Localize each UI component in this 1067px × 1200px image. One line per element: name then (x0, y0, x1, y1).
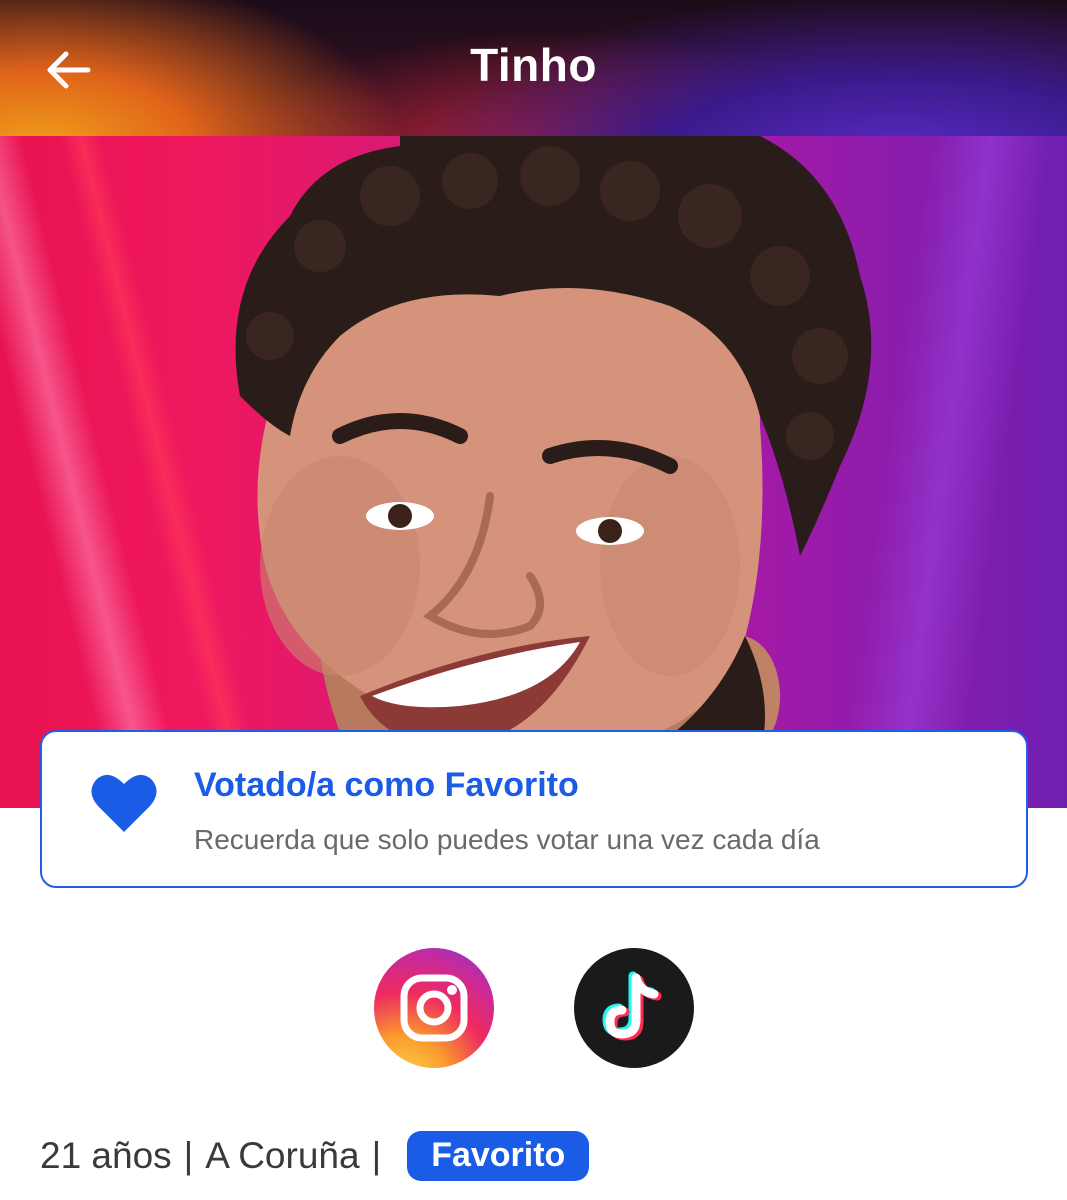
vote-status-title: Votado/a como Favorito (194, 766, 579, 804)
heart-icon (91, 774, 157, 832)
info-separator: | (183, 1135, 194, 1176)
tiktok-icon (602, 971, 662, 1041)
contestant-info: 21 años | A Coruña | Favorito (40, 1128, 590, 1184)
info-separator: | (371, 1135, 382, 1176)
tiktok-button[interactable] (574, 948, 694, 1068)
contestant-portrait (235, 136, 872, 808)
app-header: Tinho (0, 0, 1067, 136)
vote-status-card: Votado/a como Favorito Recuerda que solo… (40, 730, 1028, 888)
contestant-age: 21 años (40, 1135, 172, 1176)
page-title: Tinho (470, 39, 597, 91)
contestant-hero (0, 136, 1067, 808)
vote-status-subtitle: Recuerda que solo puedes votar una vez c… (194, 824, 820, 855)
contestant-city: A Coruña (205, 1135, 360, 1176)
instagram-icon (400, 974, 468, 1042)
instagram-button[interactable] (374, 948, 494, 1068)
status-badge: Favorito (407, 1131, 590, 1181)
social-links (0, 948, 1067, 1068)
